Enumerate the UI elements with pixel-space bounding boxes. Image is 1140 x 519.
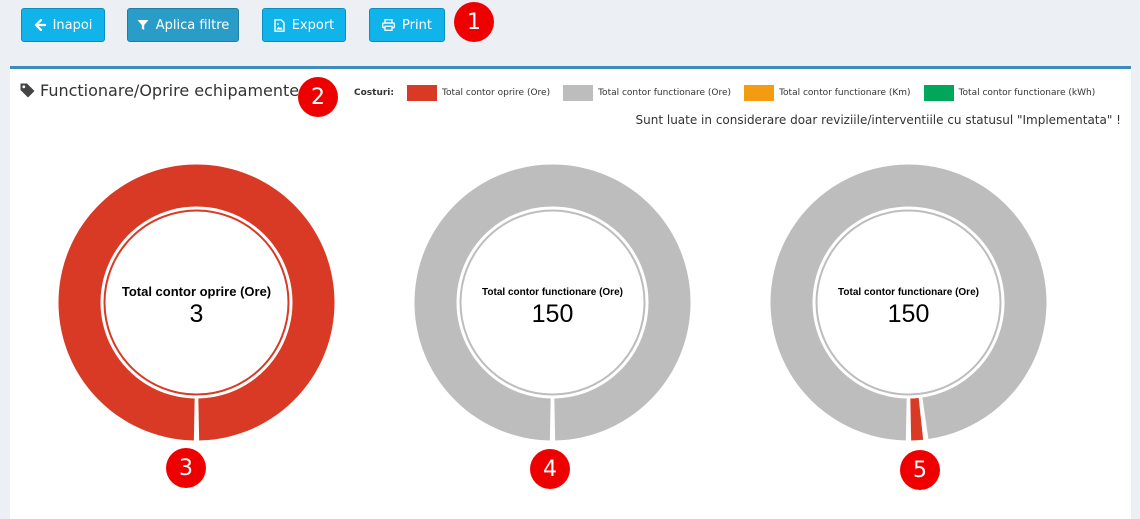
toolbar: Inapoi Aplica filtre Export Print 1	[0, 0, 1140, 66]
print-button-label: Print	[402, 17, 432, 33]
status-note: Sunt luate in considerare doar reviziile…	[635, 113, 1121, 127]
apply-filters-button-label: Aplica filtre	[155, 17, 230, 33]
donut-label: Total contor functionare (Ore)	[838, 287, 979, 298]
panel-title: Functionare/Oprire echipamente	[20, 81, 299, 100]
legend-item-functionare-ore: Total contor functionare (Ore)	[563, 85, 731, 101]
donut-chart-functionare-mixed: Total contor functionare (Ore) 150	[770, 164, 1047, 441]
legend-item-label: Total contor functionare (Ore)	[598, 88, 732, 98]
donut-label: Total contor functionare (Ore)	[482, 287, 623, 298]
legend-swatch	[923, 85, 954, 101]
equipment-panel: Functionare/Oprire echipamente 2 Costuri…	[10, 66, 1131, 519]
print-button[interactable]: Print	[369, 8, 445, 42]
callout-badge-1: 1	[454, 2, 494, 42]
filter-icon	[137, 20, 149, 30]
donut-value: 3	[189, 300, 204, 328]
donut-value: 150	[887, 300, 930, 328]
legend-swatch	[744, 85, 775, 101]
back-button-label: Inapoi	[52, 17, 93, 33]
apply-filters-button[interactable]: Aplica filtre	[127, 8, 239, 42]
export-button[interactable]: Export	[262, 8, 346, 42]
back-button[interactable]: Inapoi	[21, 8, 105, 42]
callout-badge-4: 4	[530, 449, 570, 489]
callout-badge-5: 5	[900, 450, 940, 490]
export-button-label: Export	[291, 17, 335, 33]
legend-item-label: Total contor functionare (Km)	[779, 88, 911, 98]
tag-icon	[20, 83, 35, 98]
callout-badge-2: 2	[298, 77, 338, 117]
donut-label: Total contor oprire (Ore)	[121, 284, 272, 299]
legend-item-label: Total contor functionare (kWh)	[958, 88, 1096, 98]
legend-title: Costuri:	[354, 88, 394, 98]
callout-badge-3: 3	[166, 448, 206, 488]
image-file-icon	[274, 18, 285, 32]
donut-chart-oprire: Total contor oprire (Ore) 3	[58, 164, 335, 441]
legend-item-oprire-ore: Total contor oprire (Ore)	[406, 85, 551, 101]
legend-item-label: Total contor oprire (Ore)	[441, 88, 551, 98]
printer-icon	[382, 19, 395, 31]
donut-chart-functionare: Total contor functionare (Ore) 150	[414, 164, 691, 441]
legend-item-functionare-km: Total contor functionare (Km)	[744, 85, 911, 101]
panel-title-text: Functionare/Oprire echipamente	[40, 81, 300, 100]
arrow-left-icon	[34, 19, 46, 31]
legend-swatch	[563, 85, 594, 101]
legend-item-functionare-kwh: Total contor functionare (kWh)	[923, 85, 1096, 101]
donut-value: 150	[531, 300, 574, 328]
donut-segment-2	[910, 397, 924, 441]
legend-swatch	[406, 85, 437, 101]
legend: Costuri: Total contor oprire (Ore) Total…	[354, 85, 1095, 101]
